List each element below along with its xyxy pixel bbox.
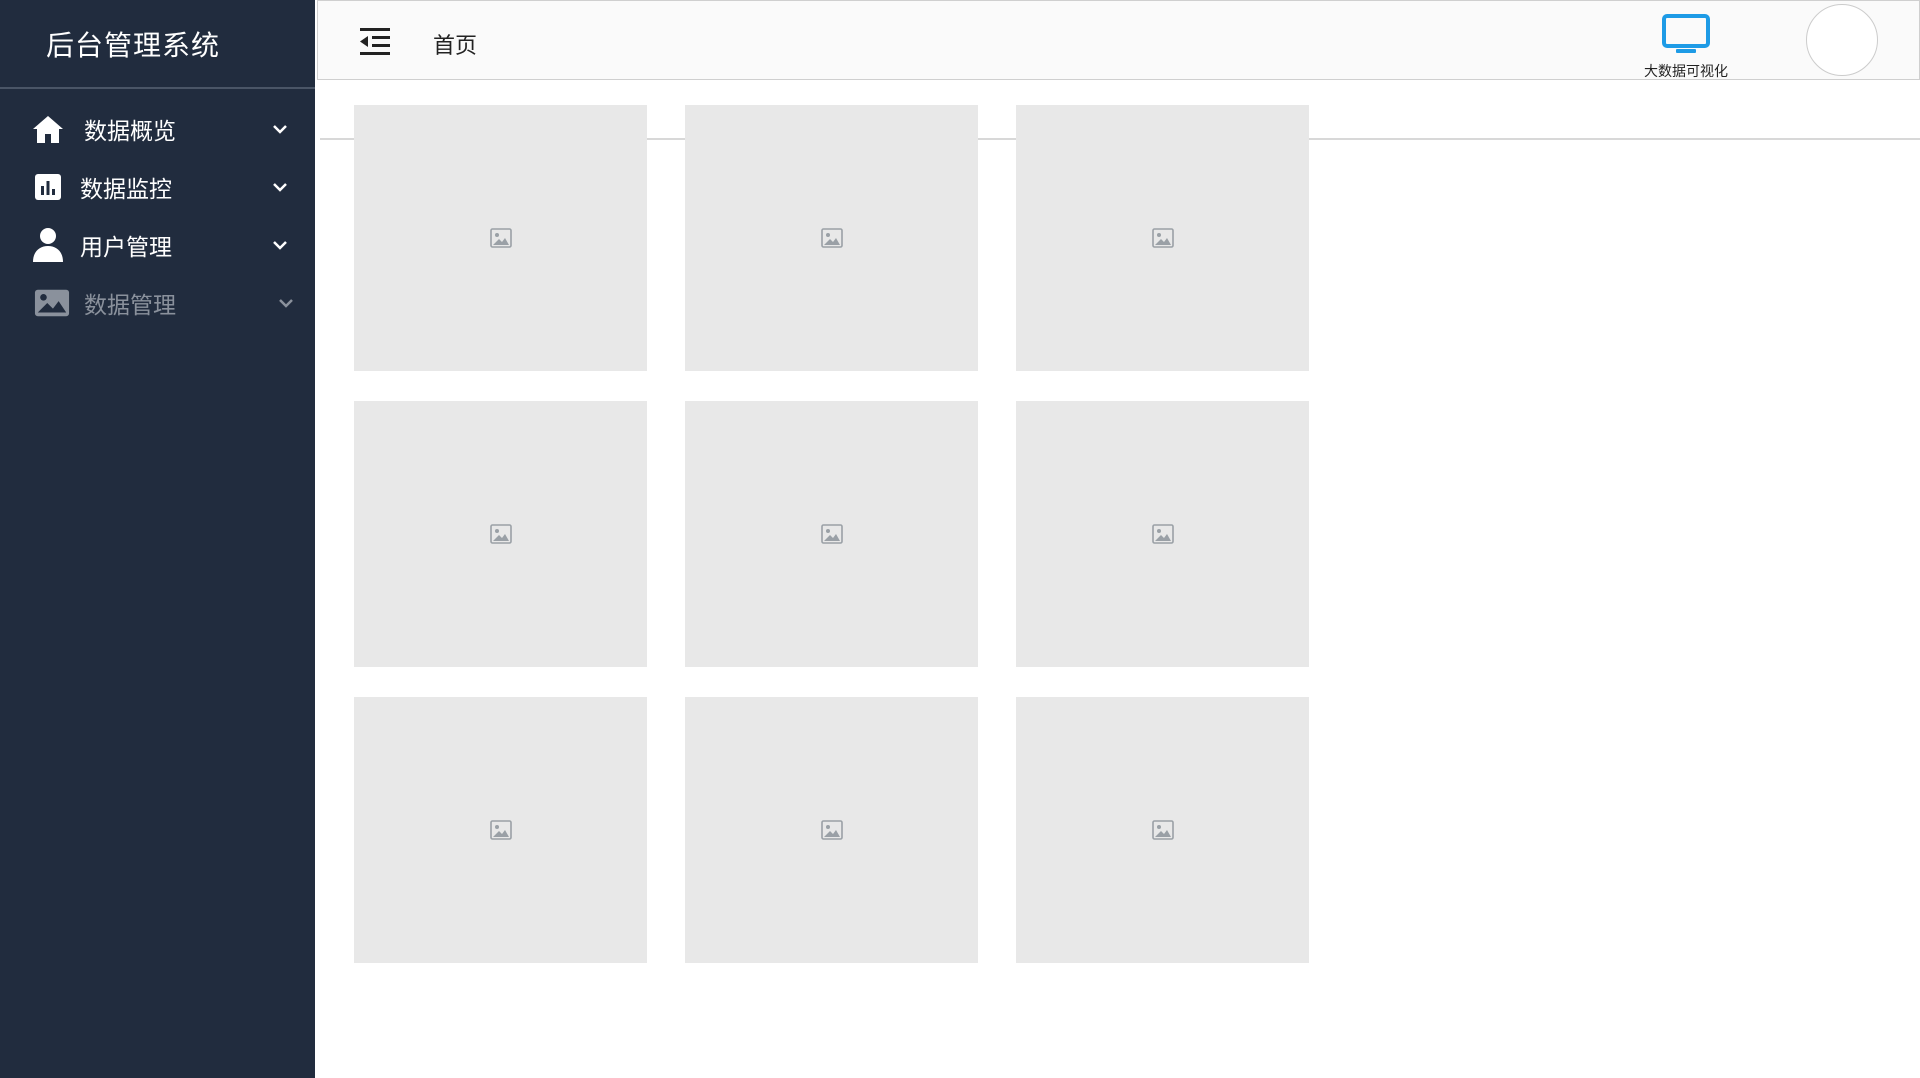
image-tile[interactable] bbox=[354, 697, 647, 963]
user-icon bbox=[30, 227, 66, 263]
image-placeholder-icon bbox=[820, 524, 843, 544]
top-header: 首页 大数据可视化 bbox=[317, 0, 1920, 80]
image-tile[interactable] bbox=[354, 401, 647, 667]
chevron-down-icon bbox=[271, 178, 289, 196]
sidebar-nav: 数据概览 数据监控 用户管理 数据管理 bbox=[0, 100, 315, 332]
sidebar-item-label: 数据管理 bbox=[84, 293, 176, 319]
image-tile[interactable] bbox=[354, 105, 647, 371]
menu-collapse-icon[interactable] bbox=[358, 25, 392, 59]
image-tile[interactable] bbox=[1016, 697, 1309, 963]
image-placeholder-icon bbox=[489, 820, 512, 840]
image-tile[interactable] bbox=[1016, 401, 1309, 667]
image-tile[interactable] bbox=[685, 401, 978, 667]
app-root: 后台管理系统 数据概览 数据监控 用户管理 数据管理 首页 大数据可视化 bbox=[0, 0, 1920, 1078]
home-icon bbox=[30, 111, 66, 147]
image-placeholder-icon bbox=[1151, 524, 1174, 544]
image-tile[interactable] bbox=[1016, 105, 1309, 371]
image-placeholder-icon bbox=[1151, 820, 1174, 840]
bigdata-visualization-button[interactable]: 大数据可视化 bbox=[1633, 13, 1739, 81]
breadcrumb: 首页 bbox=[433, 34, 478, 59]
sidebar-item-label: 数据监控 bbox=[80, 177, 172, 203]
image-placeholder-icon bbox=[489, 524, 512, 544]
sidebar-item-label: 数据概览 bbox=[84, 119, 176, 145]
chevron-down-icon bbox=[277, 294, 295, 312]
image-placeholder-icon bbox=[1151, 228, 1174, 248]
image-placeholder-icon bbox=[489, 228, 512, 248]
chevron-down-icon bbox=[271, 120, 289, 138]
image-placeholder-icon bbox=[820, 820, 843, 840]
monitor-icon bbox=[1661, 13, 1711, 59]
sidebar-item-data-monitor[interactable]: 数据监控 bbox=[0, 158, 315, 216]
app-title: 后台管理系统 bbox=[0, 0, 315, 89]
sidebar: 后台管理系统 数据概览 数据监控 用户管理 数据管理 bbox=[0, 0, 315, 1078]
image-placeholder-icon bbox=[820, 228, 843, 248]
image-grid bbox=[354, 105, 1309, 963]
sidebar-item-data-management[interactable]: 数据管理 bbox=[0, 274, 315, 332]
main-content bbox=[317, 80, 1920, 1078]
bar-chart-icon bbox=[30, 169, 66, 205]
image-icon bbox=[34, 285, 70, 321]
sidebar-item-user-management[interactable]: 用户管理 bbox=[0, 216, 315, 274]
bigdata-label: 大数据可视化 bbox=[1644, 64, 1728, 80]
chevron-down-icon bbox=[271, 236, 289, 254]
sidebar-item-label: 用户管理 bbox=[80, 235, 172, 261]
avatar[interactable] bbox=[1806, 4, 1878, 76]
sidebar-item-data-overview[interactable]: 数据概览 bbox=[0, 100, 315, 158]
image-tile[interactable] bbox=[685, 697, 978, 963]
image-tile[interactable] bbox=[685, 105, 978, 371]
